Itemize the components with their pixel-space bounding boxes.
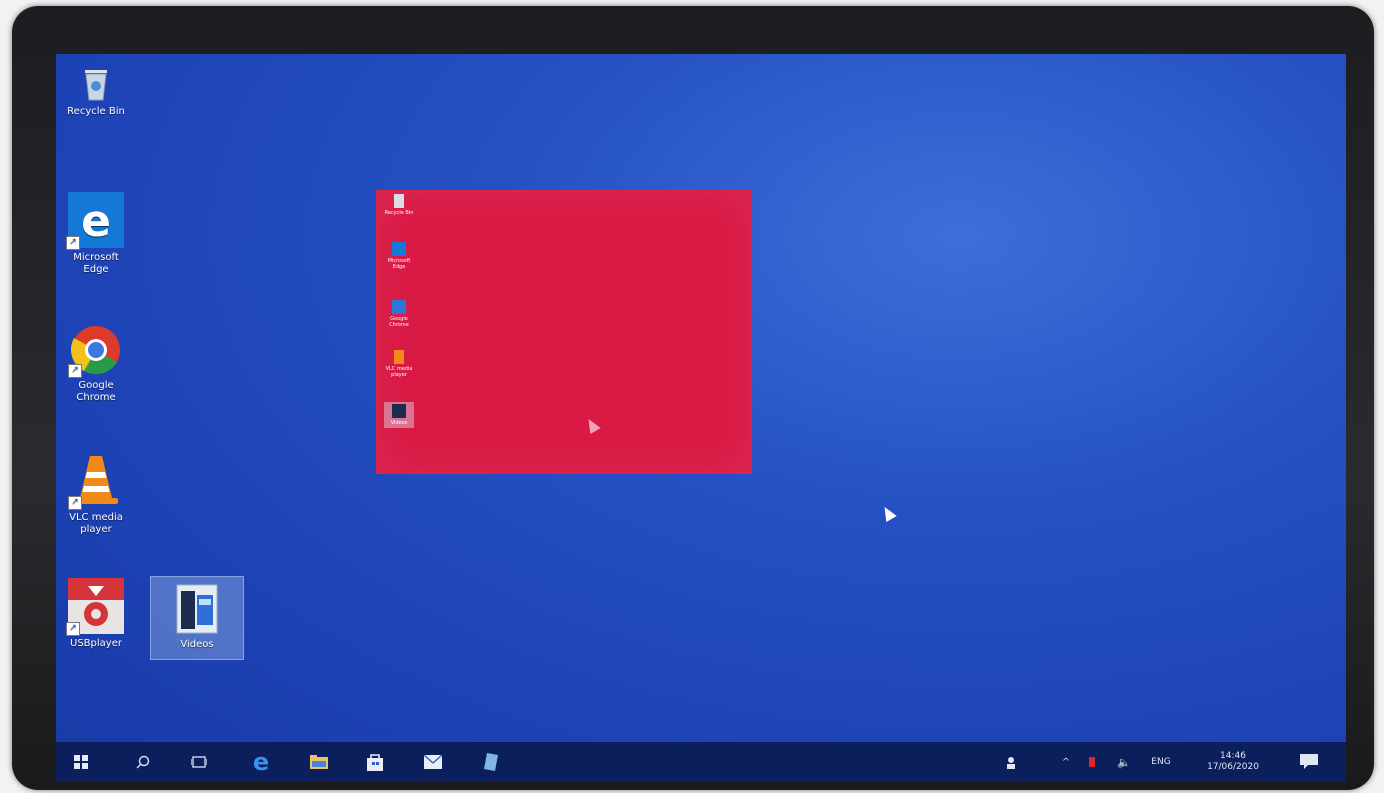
start-button[interactable] xyxy=(66,742,96,782)
show-hidden-icons-button[interactable]: ^ xyxy=(1056,742,1076,782)
language-button[interactable]: ENG xyxy=(1144,742,1178,782)
taskbar-store-button[interactable] xyxy=(358,742,392,782)
desktop-icon-google-chrome[interactable]: ↗ Google Chrome xyxy=(56,324,136,404)
desktop[interactable]: Recycle Bin e ↗ Microsoft Edge ↗ Google … xyxy=(56,54,1346,782)
mini-icon-label: VLC media player xyxy=(385,366,413,378)
shortcut-arrow-icon: ↗ xyxy=(66,622,80,636)
chevron-up-icon: ^ xyxy=(1061,756,1071,768)
mini-icon-recycle-bin: Recycle Bin xyxy=(384,194,414,216)
taskbar: e ^ 🔈 ENG 14:46 17/06/2020 xyxy=(56,742,1346,782)
monitor-frame: Recycle Bin e ↗ Microsoft Edge ↗ Google … xyxy=(12,6,1374,790)
taskbar-file-explorer-button[interactable] xyxy=(302,742,336,782)
mini-icon-label: Videos xyxy=(390,420,408,426)
svg-text:e: e xyxy=(253,750,269,774)
task-view-icon xyxy=(191,756,207,768)
mini-icon-label: Google Chrome xyxy=(389,316,409,328)
people-icon xyxy=(1007,757,1015,769)
clock-date: 17/06/2020 xyxy=(1207,762,1259,772)
mini-icon-label: Microsoft Edge xyxy=(387,258,411,270)
red-tray-icon xyxy=(1089,757,1095,767)
action-center-button[interactable] xyxy=(1292,742,1326,782)
task-view-button[interactable] xyxy=(184,742,214,782)
shortcut-arrow-icon: ↗ xyxy=(68,364,82,378)
desktop-icon-vlc-media-player[interactable]: ↗ VLC media player xyxy=(56,450,136,536)
language-indicator: ENG xyxy=(1151,757,1171,767)
vlc-cone-icon: ↗ xyxy=(68,450,122,510)
mini-icon-label: Recycle Bin xyxy=(384,210,414,216)
volume-button[interactable]: 🔈 xyxy=(1112,742,1136,782)
mini-icon-vlc-media-player: VLC media player xyxy=(384,350,414,378)
desktop-icon-label: USBplayer xyxy=(70,638,122,649)
desktop-icon-recycle-bin[interactable]: Recycle Bin xyxy=(56,66,136,118)
taskbar-app-button[interactable] xyxy=(474,742,508,782)
mini-icon-microsoft-edge: Microsoft Edge xyxy=(384,242,414,270)
chrome-icon: ↗ xyxy=(68,324,122,378)
edge-icon: e xyxy=(253,750,269,774)
mouse-cursor-icon xyxy=(879,503,897,523)
recycle-bin-icon xyxy=(80,66,112,102)
shortcut-arrow-icon: ↗ xyxy=(68,496,82,510)
desktop-icon-label: Recycle Bin xyxy=(67,106,125,117)
desktop-icon-usbplayer[interactable]: ↗ USBplayer xyxy=(56,578,136,650)
taskbar-edge-button[interactable]: e xyxy=(244,742,278,782)
taskbar-mail-button[interactable] xyxy=(416,742,450,782)
mini-mouse-cursor-icon xyxy=(583,415,601,435)
speaker-icon: 🔈 xyxy=(1117,755,1131,769)
search-button[interactable] xyxy=(128,742,158,782)
shortcut-arrow-icon: ↗ xyxy=(66,236,80,250)
preview-window[interactable]: Recycle Bin Microsoft Edge Google Chrome… xyxy=(376,190,752,474)
search-icon xyxy=(136,755,150,769)
people-button[interactable] xyxy=(1000,742,1026,782)
notification-icon xyxy=(1300,754,1318,769)
app-icon xyxy=(484,753,498,771)
desktop-icon-label: VLC media player xyxy=(69,512,123,535)
svg-text:e: e xyxy=(81,196,111,247)
usbplayer-icon: ↗ xyxy=(66,578,124,636)
videos-folder-icon xyxy=(173,583,221,635)
mini-icon-google-chrome: Google Chrome xyxy=(384,300,414,328)
clock-button[interactable]: 14:46 17/06/2020 xyxy=(1194,742,1272,782)
windows-logo-icon xyxy=(74,755,88,769)
clock-time: 14:46 xyxy=(1220,751,1246,761)
desktop-icon-label: Google Chrome xyxy=(76,380,116,403)
desktop-icon-label: Videos xyxy=(180,639,214,650)
mini-icon-videos: Videos xyxy=(384,402,414,428)
folder-icon xyxy=(310,755,328,769)
shopping-bag-icon xyxy=(367,754,383,771)
desktop-icon-microsoft-edge[interactable]: e ↗ Microsoft Edge xyxy=(56,192,136,276)
edge-icon: e ↗ xyxy=(66,192,124,250)
mail-icon xyxy=(424,755,442,769)
desktop-icon-videos[interactable]: Videos xyxy=(150,576,244,660)
desktop-icon-label: Microsoft Edge xyxy=(73,252,119,275)
tray-app-button[interactable] xyxy=(1082,742,1102,782)
